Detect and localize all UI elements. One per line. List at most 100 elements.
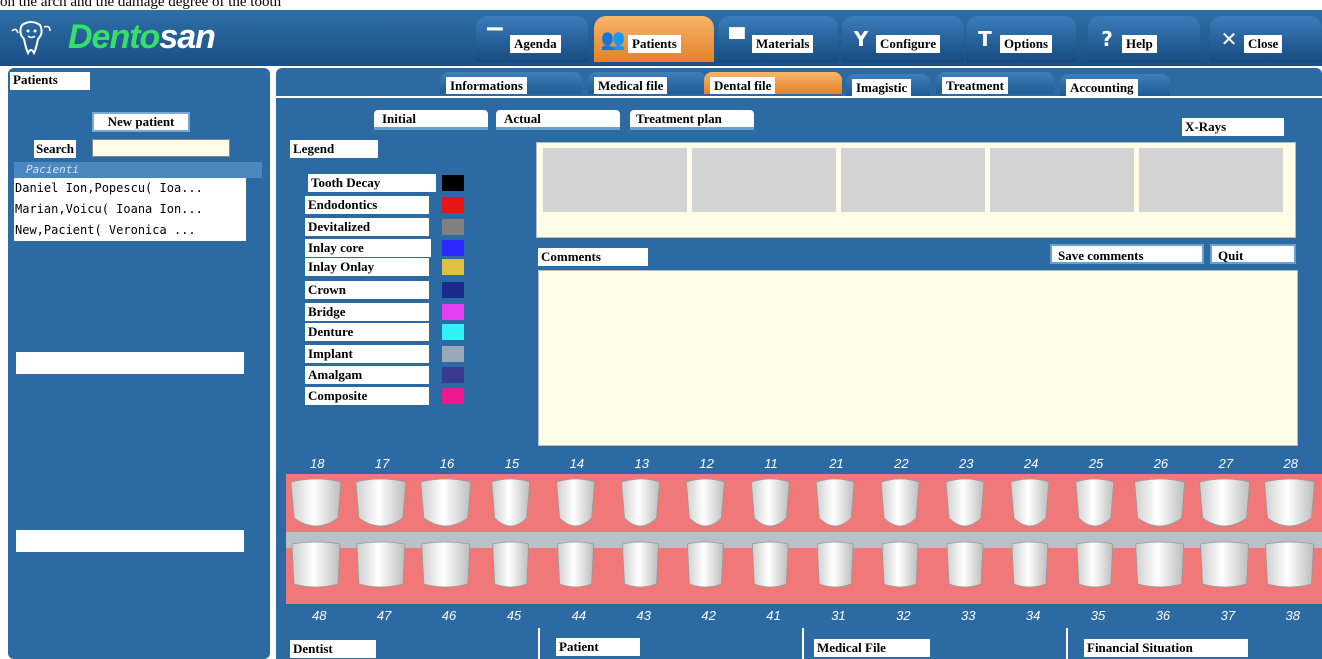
tooth-number: 47	[376, 608, 392, 623]
upper-tooth[interactable]	[1264, 478, 1315, 527]
logo-text: Dentosan	[68, 17, 216, 57]
legend-swatch[interactable]	[442, 324, 464, 340]
tab-actual[interactable]: Actual	[496, 110, 620, 130]
lower-tooth[interactable]	[1011, 541, 1049, 588]
xray-slot[interactable]	[990, 148, 1134, 212]
tab-imagistic-label: Imagistic	[852, 79, 912, 96]
legend-swatch[interactable]	[442, 346, 464, 362]
tooth-number: 18	[310, 456, 325, 471]
tab-initial-label: Initial	[382, 111, 416, 126]
tab-treatment[interactable]: Treatment	[936, 72, 1054, 94]
list-item[interactable]: New,Pacient( Veronica ...	[14, 220, 246, 241]
legend-swatch[interactable]	[442, 175, 464, 191]
upper-tooth[interactable]	[290, 478, 342, 527]
quit-button[interactable]: Quit	[1210, 244, 1296, 264]
logo-suffix: san	[159, 17, 216, 56]
list-item[interactable]: Marian,Voicu( Ioana Ion...	[14, 199, 246, 220]
search-input[interactable]	[92, 139, 230, 157]
upper-tooth[interactable]	[621, 478, 660, 527]
upper-tooth[interactable]	[750, 478, 790, 527]
tab-accounting-label: Accounting	[1066, 79, 1138, 96]
tab-treatment-label: Treatment	[942, 77, 1008, 94]
legend-label: Inlay core	[305, 239, 431, 257]
materials-icon: ▀	[729, 27, 745, 51]
upper-tooth[interactable]	[1134, 478, 1186, 527]
tooth-number: 42	[701, 608, 716, 623]
lower-tooth[interactable]	[1076, 541, 1114, 588]
upper-tooth[interactable]	[1010, 478, 1050, 527]
nav-patients[interactable]: 👥 Patients	[594, 16, 714, 62]
tooth-number: 23	[959, 456, 974, 471]
nav-close[interactable]: ✕ Close	[1210, 16, 1322, 62]
upper-tooth[interactable]	[491, 478, 531, 527]
tab-informations[interactable]: Informations	[440, 72, 582, 94]
legend-swatch[interactable]	[442, 367, 464, 383]
tab-treatment-plan[interactable]: Treatment plan	[630, 110, 754, 130]
upper-tooth[interactable]	[815, 478, 855, 527]
legend-swatch[interactable]	[442, 219, 464, 235]
upper-tooth[interactable]	[1075, 478, 1115, 527]
lower-tooth[interactable]	[291, 541, 341, 588]
tab-dental-file[interactable]: Dental file	[704, 72, 842, 94]
lower-tooth[interactable]	[1200, 541, 1250, 588]
lower-tooth[interactable]	[816, 541, 854, 588]
tab-imagistic[interactable]: Imagistic	[846, 74, 930, 96]
legend-swatch[interactable]	[442, 259, 464, 275]
legend-swatch[interactable]	[442, 304, 464, 320]
nav-agenda-label: Agenda	[510, 35, 561, 53]
nav-options[interactable]: T Options	[966, 16, 1076, 62]
lower-tooth[interactable]	[1265, 541, 1314, 588]
nav-help[interactable]: ? Help	[1088, 16, 1200, 62]
tooth-number: 34	[1025, 608, 1041, 623]
xray-slot[interactable]	[1139, 148, 1283, 212]
upper-tooth[interactable]	[945, 478, 985, 527]
tooth-number: 41	[766, 608, 781, 623]
list-item[interactable]: Daniel Ion,Popescu( Ioa...	[14, 178, 246, 199]
save-comments-button[interactable]: Save comments	[1050, 244, 1204, 264]
xray-slot[interactable]	[841, 148, 985, 212]
legend-swatch[interactable]	[442, 388, 464, 404]
xray-slot[interactable]	[543, 148, 687, 212]
upper-tooth[interactable]	[556, 478, 596, 527]
lower-tooth[interactable]	[881, 541, 919, 588]
lower-tooth[interactable]	[946, 541, 984, 588]
lower-tooth[interactable]	[557, 541, 595, 588]
nav-help-label: Help	[1122, 35, 1157, 53]
tab-dental-file-label: Dental file	[710, 77, 776, 94]
tab-actual-label: Actual	[504, 111, 541, 126]
lower-tooth[interactable]	[421, 541, 471, 588]
tooth-number: 17	[374, 456, 390, 471]
lower-tooth[interactable]	[622, 541, 659, 588]
xrays-label: X-Rays	[1182, 118, 1284, 136]
legend-swatch[interactable]	[442, 240, 464, 256]
upper-tooth[interactable]	[685, 478, 725, 527]
lower-tooth[interactable]	[492, 541, 530, 588]
upper-tooth[interactable]	[880, 478, 920, 527]
tab-accounting[interactable]: Accounting	[1060, 74, 1170, 96]
xray-slot[interactable]	[692, 148, 836, 212]
upper-tooth[interactable]	[420, 478, 472, 527]
upper-tooth[interactable]	[1199, 478, 1251, 527]
nav-materials[interactable]: ▀ Materials	[718, 16, 838, 62]
tooth-number: 22	[894, 456, 909, 471]
lower-tooth[interactable]	[751, 541, 789, 588]
tab-medical-file[interactable]: Medical file	[588, 72, 706, 94]
tooth-number: 26	[1153, 456, 1169, 471]
lower-tooth[interactable]	[1135, 541, 1185, 588]
lower-tooth[interactable]	[686, 541, 724, 588]
new-patient-button[interactable]: New patient	[92, 112, 190, 132]
upper-tooth[interactable]	[355, 478, 407, 527]
nav-close-label: Close	[1244, 35, 1283, 53]
tooth-number: 35	[1090, 608, 1106, 623]
comments-textarea[interactable]	[538, 270, 1298, 446]
patient-label: Patient	[556, 638, 640, 656]
tooth-number: 33	[961, 608, 976, 623]
nav-configure[interactable]: Y Configure	[842, 16, 964, 62]
legend-swatch[interactable]	[442, 197, 464, 213]
nav-materials-label: Materials	[752, 35, 814, 53]
comments-label: Comments	[538, 248, 648, 266]
tab-initial[interactable]: Initial	[374, 110, 488, 130]
lower-tooth[interactable]	[356, 541, 406, 588]
nav-agenda[interactable]: ▔ Agenda	[476, 16, 588, 62]
legend-swatch[interactable]	[442, 282, 464, 298]
